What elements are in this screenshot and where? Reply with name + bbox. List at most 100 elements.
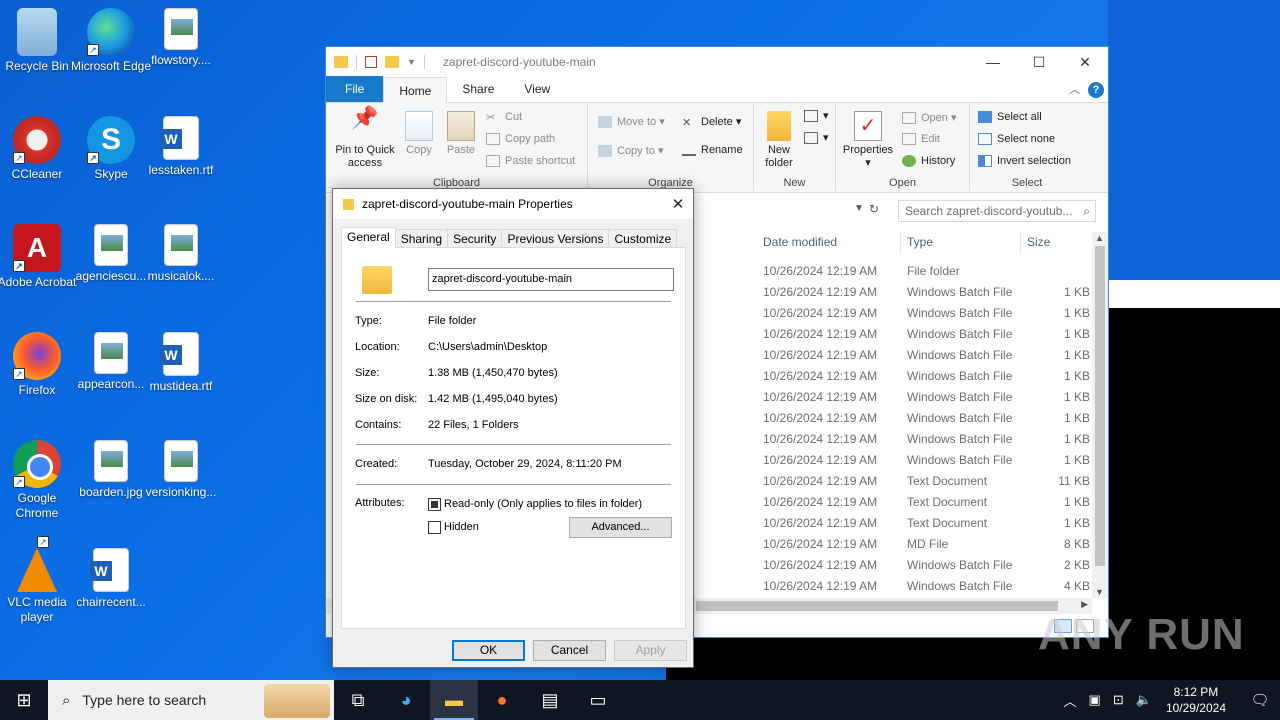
taskbar-cmd[interactable]: ▭	[574, 680, 622, 720]
refresh-icon[interactable]: ↻	[869, 202, 879, 216]
copy-button[interactable]: Copy	[402, 111, 436, 157]
cell-date-modified: 10/26/2024 12:19 AM	[763, 348, 878, 362]
taskbar: ⊞ ⌕ Type here to search ⧉ ◕ ▬ ● ▤ ▭ ︿ ▣ …	[0, 680, 1280, 720]
pin-icon: 📌	[351, 105, 379, 130]
volume-icon[interactable]: 🔈	[1136, 692, 1152, 708]
apply-button[interactable]: Apply	[614, 640, 687, 661]
history-button[interactable]: History	[902, 155, 955, 167]
scroll-down-icon[interactable]: ▼	[1095, 587, 1104, 597]
edge-icon: ↗	[87, 8, 135, 56]
new-item-button[interactable]: ▾	[804, 109, 829, 122]
tab-security[interactable]: Security	[447, 229, 503, 248]
cell-type: Text Document	[907, 495, 988, 509]
notification-icon[interactable]: 🗨	[1240, 691, 1280, 709]
tab-previous-versions[interactable]: Previous Versions	[501, 229, 610, 248]
desktop-icon[interactable]: A ↗ Adobe Acrobat	[0, 224, 78, 290]
scroll-thumb[interactable]	[1095, 246, 1105, 566]
desktop-icon[interactable]: ↗ VLC media player	[0, 536, 78, 625]
dialog-tabs: General Sharing Security Previous Versio…	[341, 227, 678, 248]
invert-selection-button[interactable]: Invert selection	[978, 155, 1071, 167]
copy-to-button[interactable]: Copy to ▾	[598, 144, 664, 157]
ok-button[interactable]: OK	[452, 640, 525, 661]
tab-general[interactable]: General	[341, 227, 396, 248]
rename-button[interactable]: Rename	[682, 144, 743, 156]
desktop-icon[interactable]: flowstory....	[140, 8, 222, 68]
easy-access-button[interactable]: ▾	[804, 131, 829, 144]
address-dropdown-icon[interactable]: ▼	[854, 203, 864, 214]
tab-view[interactable]: View	[509, 76, 565, 102]
taskbar-firefox[interactable]: ●	[478, 680, 526, 720]
scroll-up-icon[interactable]: ▲	[1095, 233, 1104, 243]
properties-button[interactable]: ✓ Properties ▾	[840, 111, 896, 170]
scroll-right-icon[interactable]: ▶	[1081, 599, 1088, 610]
device-icon[interactable]: ▣	[1089, 692, 1101, 708]
chevron-up-icon[interactable]: ︿	[1064, 691, 1077, 710]
cell-date-modified: 10/26/2024 12:19 AM	[763, 474, 878, 488]
taskbar-edge[interactable]: ◕	[382, 680, 430, 720]
select-all-button[interactable]: Select all	[978, 111, 1042, 123]
copy-path-button[interactable]: Copy path	[486, 133, 555, 145]
system-tray: ︿ ▣ ⊡ 🔈 8:12 PM 10/29/2024 🗨	[1058, 684, 1280, 716]
tab-customize[interactable]: Customize	[608, 229, 678, 248]
desktop-icon[interactable]: Wchairrecent...	[70, 548, 152, 610]
open-button[interactable]: Open ▾	[902, 111, 957, 124]
type-value: File folder	[428, 315, 477, 327]
minimize-button[interactable]: —	[970, 54, 1016, 71]
pin-quick-access-button[interactable]: 📌 Pin to Quick access	[332, 105, 398, 170]
advanced-button[interactable]: Advanced...	[569, 517, 672, 538]
start-button[interactable]: ⊞	[0, 680, 48, 720]
clock[interactable]: 8:12 PM 10/29/2024	[1166, 684, 1226, 716]
help-icon[interactable]: ?	[1088, 82, 1104, 98]
column-size[interactable]: Size	[1027, 235, 1050, 249]
network-icon[interactable]: ⊡	[1113, 692, 1124, 708]
folder-name-field[interactable]: zapret-discord-youtube-main	[428, 268, 674, 291]
taskbar-file-explorer[interactable]: ▬	[430, 680, 478, 720]
paste-icon	[447, 111, 475, 141]
tab-sharing[interactable]: Sharing	[394, 229, 449, 248]
taskbar-notepad[interactable]: ▤	[526, 680, 574, 720]
search-input[interactable]: Search zapret-discord-youtub... ⌕	[898, 200, 1096, 222]
desktop-icon-label: Adobe Acrobat	[0, 275, 77, 289]
collapse-ribbon-icon[interactable]: ︿	[1069, 81, 1080, 97]
scissors-icon: ✂	[486, 112, 496, 124]
new-folder-button[interactable]: New folder	[760, 111, 798, 170]
column-date-modified[interactable]: Date modified	[763, 235, 837, 249]
desktop-icon[interactable]: ↗ CCleaner	[0, 116, 78, 182]
cancel-button[interactable]: Cancel	[533, 640, 606, 661]
maximize-button[interactable]: ☐	[1016, 54, 1062, 71]
desktop-icon[interactable]: musicalok....	[140, 224, 222, 284]
desktop-icon[interactable]: ↗ Firefox	[0, 332, 78, 398]
desktop-icon[interactable]: Wlesstaken.rtf	[140, 116, 222, 178]
tab-share[interactable]: Share	[447, 76, 509, 102]
vertical-scrollbar[interactable]: ▲ ▼	[1092, 232, 1108, 598]
watermark-logo: ANY RUN	[1038, 610, 1245, 659]
tab-home[interactable]: Home	[383, 77, 448, 103]
general-panel: zapret-discord-youtube-main Type: File f…	[341, 247, 686, 629]
select-none-button[interactable]: Select none	[978, 133, 1055, 145]
cell-size: 1 KB	[1063, 285, 1090, 299]
hidden-checkbox[interactable]	[428, 521, 441, 534]
quick-access-dropdown-icon[interactable]: ▼	[407, 57, 416, 67]
tab-file[interactable]: File	[326, 76, 384, 102]
delete-button[interactable]: ✕ Delete ▾	[682, 115, 741, 129]
paste-shortcut-button[interactable]: Paste shortcut	[486, 155, 575, 167]
desktop-icon[interactable]: Wmustidea.rtf	[140, 332, 222, 394]
readonly-checkbox[interactable]	[428, 498, 441, 511]
cell-type: Windows Batch File	[907, 390, 1013, 404]
desktop-icon[interactable]: ↗ Google Chrome	[0, 440, 78, 521]
column-type[interactable]: Type	[907, 235, 933, 249]
hscroll-thumb[interactable]	[696, 601, 1058, 611]
cut-button[interactable]: ✂ Cut	[486, 111, 522, 124]
dialog-close-button[interactable]: ✕	[663, 195, 693, 213]
paste-button[interactable]: Paste	[442, 111, 480, 157]
taskbar-search[interactable]: ⌕ Type here to search	[48, 680, 334, 720]
edit-button[interactable]: Edit	[902, 133, 940, 145]
task-view-button[interactable]: ⧉	[334, 680, 382, 720]
properties-quick-icon[interactable]	[365, 56, 377, 68]
desktop-icon[interactable]: versionking...	[140, 440, 222, 500]
new-folder-quick-icon[interactable]	[385, 56, 399, 68]
move-to-button[interactable]: Move to ▾	[598, 115, 665, 128]
cell-date-modified: 10/26/2024 12:19 AM	[763, 390, 878, 404]
close-button[interactable]: ✕	[1062, 54, 1108, 71]
desktop-icon[interactable]: Recycle Bin	[0, 8, 78, 74]
